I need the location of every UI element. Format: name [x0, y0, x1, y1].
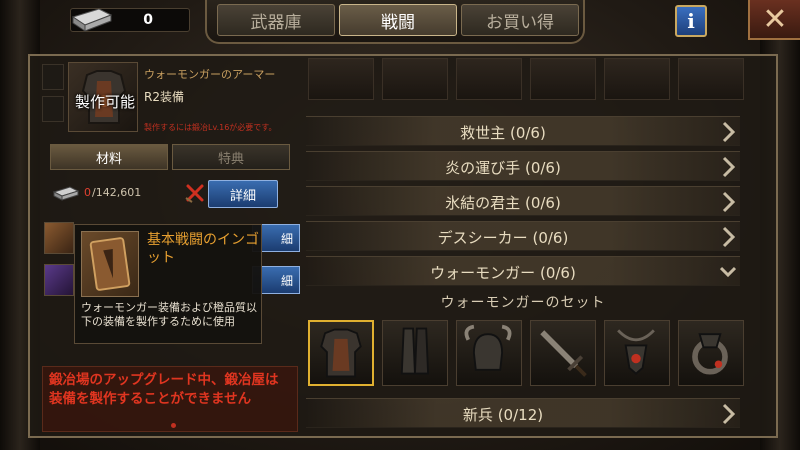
- item-tooltip: 基本戦闘のインゴット ウォーモンガー装備および橙品質以下の装備を製作するために使…: [74, 224, 262, 344]
- ingot-icon: [71, 8, 113, 32]
- close-button[interactable]: ✕: [748, 0, 800, 40]
- category-label: 救世主: [460, 124, 506, 142]
- category-label: ウォーモンガー: [430, 264, 536, 282]
- category-row[interactable]: 氷結の君主 (0/6): [306, 186, 740, 216]
- category-count: (0/6): [532, 229, 569, 247]
- item-grade: R2装備: [144, 90, 184, 104]
- top-bar: 0 武器庫 戦闘 お買い得 i ✕: [0, 0, 800, 44]
- warning-box: 鍛冶場のアップグレード中、鍛冶屋は装備を製作することができません: [42, 366, 298, 432]
- category-count: (0/6): [539, 264, 576, 282]
- wolf-emblem-icon[interactable]: [44, 264, 74, 296]
- category-row[interactable]: デスシーカー (0/6): [306, 221, 740, 251]
- chevron-right-icon: [722, 226, 736, 248]
- category-count: (0/6): [509, 124, 546, 142]
- sword-icon[interactable]: [530, 320, 596, 386]
- gear-slot[interactable]: [456, 58, 522, 100]
- detail-button[interactable]: 詳細: [208, 180, 278, 208]
- insufficient-icon: [185, 184, 204, 203]
- tab-armory[interactable]: 武器庫: [217, 4, 335, 36]
- tab-deals[interactable]: お買い得: [461, 4, 579, 36]
- category-count: (0/6): [524, 194, 561, 212]
- material-row: 0 /142,601 詳細: [48, 180, 298, 208]
- set-item-strip: [306, 320, 756, 390]
- page-dot: [171, 423, 176, 428]
- helmet-icon[interactable]: [456, 320, 522, 386]
- chevron-right-icon: [722, 191, 736, 213]
- category-label: 氷結の君主: [445, 194, 521, 212]
- tooltip-title: 基本戦闘のインゴット: [147, 232, 259, 266]
- combat-ingot-icon: [81, 231, 139, 297]
- category-row[interactable]: 新兵 (0/12): [306, 398, 740, 428]
- warning-text: 鍛冶場のアップグレード中、鍛冶屋は装備を製作することができません: [49, 372, 279, 407]
- main-tabs: 武器庫 戦闘 お買い得: [205, 0, 585, 44]
- tooltip-description: ウォーモンガー装備および橙品質以下の装備を製作するために使用: [81, 301, 257, 328]
- tab-materials[interactable]: 材料: [50, 144, 168, 170]
- chevron-right-icon: [722, 156, 736, 178]
- material-have: 0: [84, 186, 91, 199]
- info-button[interactable]: i: [675, 5, 707, 37]
- subtabs: 材料 特典: [50, 144, 290, 170]
- chevron-down-icon: [720, 266, 736, 278]
- greaves-icon[interactable]: [382, 320, 448, 386]
- tab-combat[interactable]: 戦闘: [339, 4, 457, 36]
- tab-perks[interactable]: 特典: [172, 144, 290, 170]
- category-label: デスシーカー: [437, 229, 528, 247]
- material-need: /142,601: [92, 186, 142, 199]
- top-item-strip: [306, 58, 746, 102]
- ring-icon[interactable]: [678, 320, 744, 386]
- category-row[interactable]: 炎の運び手 (0/6): [306, 151, 740, 181]
- ingot-icon: [52, 186, 80, 201]
- armor-icon[interactable]: [308, 320, 374, 386]
- category-label: 新兵: [462, 406, 493, 424]
- item-name: ウォーモンガーのアーマー: [144, 68, 276, 81]
- set-title: ウォーモンガーのセット: [440, 295, 606, 311]
- right-panel: 救世主 (0/6) 炎の運び手 (0/6) 氷結の君主 (0/6) デスシーカー…: [306, 58, 776, 434]
- gear-slot[interactable]: [678, 58, 744, 100]
- chevron-right-icon: [722, 121, 736, 143]
- chevron-right-icon: [722, 403, 736, 425]
- gear-slot[interactable]: [530, 58, 596, 100]
- item-card[interactable]: 製作可能: [68, 62, 138, 132]
- gear-slot[interactable]: [604, 58, 670, 100]
- amulet-icon[interactable]: [604, 320, 670, 386]
- category-count: (0/6): [524, 159, 561, 177]
- gear-slot[interactable]: [382, 58, 448, 100]
- item-requirement: 製作するには鍛冶Lv.16が必要です。: [144, 123, 277, 132]
- ingot-count: 0: [143, 12, 153, 28]
- gem-slot[interactable]: [42, 96, 64, 122]
- category-row-expanded[interactable]: ウォーモンガー (0/6): [306, 256, 740, 286]
- category-row[interactable]: 救世主 (0/6): [306, 116, 740, 146]
- category-label: 炎の運び手: [445, 159, 521, 177]
- ingot-card-icon[interactable]: [44, 222, 74, 254]
- category-count: (0/12): [497, 406, 544, 424]
- ingot-counter: 0: [70, 8, 190, 32]
- craftable-badge: 製作可能: [74, 93, 135, 111]
- gem-slot[interactable]: [42, 64, 64, 90]
- gear-slot[interactable]: [308, 58, 374, 100]
